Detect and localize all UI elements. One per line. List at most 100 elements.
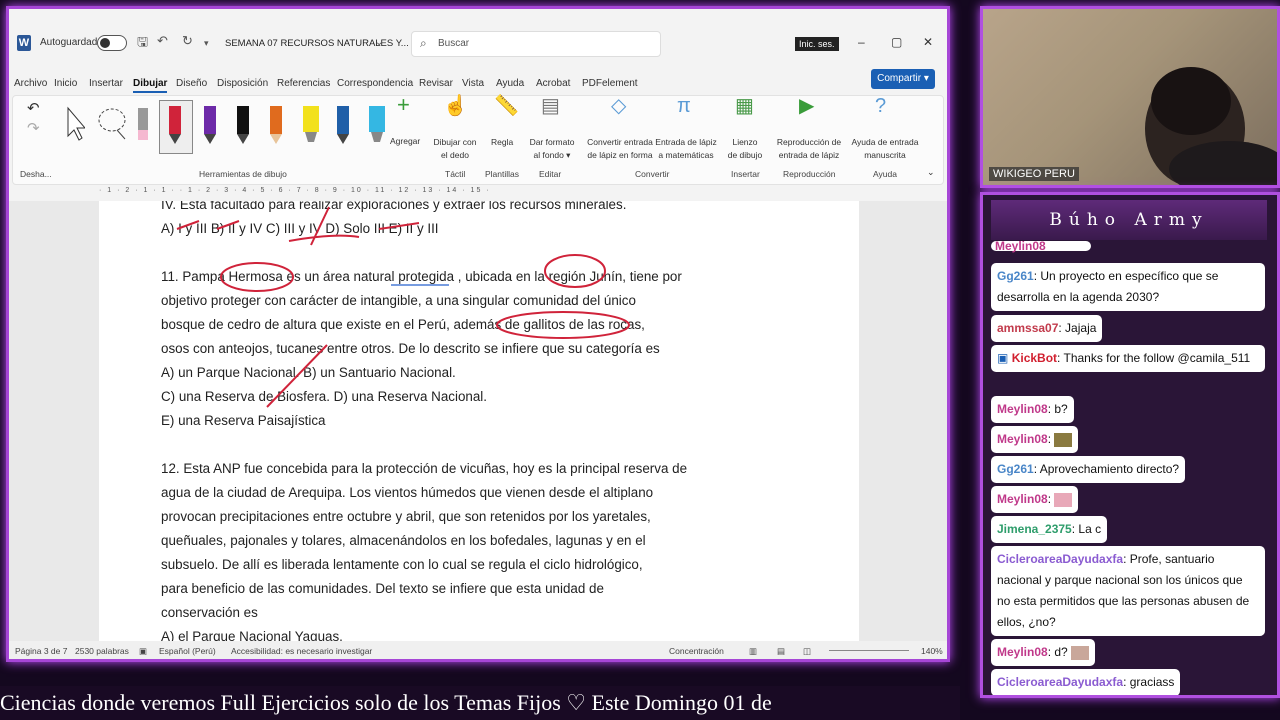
ticker-banner: Ciencias donde veremos Full Ejercicios s… (0, 686, 960, 720)
yellow-highlighter-icon[interactable] (302, 104, 320, 144)
menu-diseno[interactable]: Diseño (176, 78, 207, 89)
menu-acrobat[interactable]: Acrobat (536, 78, 570, 89)
zoom-level[interactable]: 140% (921, 646, 943, 656)
chat-text: : La c (1071, 522, 1102, 536)
draw-finger-label[interactable]: Dibujar con el dedo (431, 136, 479, 162)
ink-to-math-icon[interactable]: π (677, 96, 691, 116)
background-icon[interactable]: ▤ (541, 96, 560, 116)
print-layout-icon[interactable]: ▤ (777, 646, 785, 657)
ink-math-line2: a matemáticas (658, 150, 714, 160)
red-pen-icon[interactable] (168, 104, 182, 144)
menu-inicio[interactable]: Inicio (54, 78, 77, 89)
draw-finger-line2: el dedo (441, 150, 469, 160)
purple-pen-icon[interactable] (203, 104, 217, 144)
chat-username: CicleroareaDayudaxfa (997, 552, 1124, 566)
ink-to-math-label[interactable]: Entrada de lápiz a matemáticas (655, 136, 717, 162)
tactil-group-label: Táctil (445, 169, 466, 179)
menu-disposicion[interactable]: Disposición (217, 78, 268, 89)
background-label[interactable]: Dar formato al fondo ▾ (526, 136, 578, 162)
word-logo-icon: W (17, 35, 31, 51)
menu-ayuda[interactable]: Ayuda (496, 78, 524, 89)
redo-icon[interactable]: ↻ (182, 33, 193, 49)
replay-line2: entrada de lápiz (778, 150, 840, 160)
select-arrow-icon[interactable] (63, 104, 85, 142)
add-pen-label[interactable]: Agregar (390, 135, 420, 148)
chat-text: : b? (1047, 402, 1068, 416)
lasso-icon[interactable] (95, 104, 129, 142)
menu-dibujar[interactable]: Dibujar (133, 78, 168, 93)
ink-replay-label[interactable]: Reproducción de entrada de lápiz (773, 136, 845, 162)
chat-username: Meylin08 (997, 645, 1048, 659)
black-pen-icon[interactable] (236, 104, 250, 144)
ink-help-line1: Ayuda de entrada (851, 137, 919, 147)
ruler-icon[interactable]: 📏 (494, 96, 519, 116)
chat-username: Meylin08 (997, 432, 1048, 446)
chat-message: CicleroareaDayudaxfa: Profe, santuario n… (991, 546, 1265, 636)
document-page[interactable]: IV. Está facultado para realizar explora… (99, 201, 859, 641)
chat-text: : d? (1047, 645, 1068, 659)
cyan-highlighter-icon[interactable] (368, 104, 386, 144)
menu-insertar[interactable]: Insertar (89, 78, 123, 89)
ink-replay-icon[interactable]: ▶ (799, 96, 814, 116)
ruler-label[interactable]: Regla (491, 136, 513, 149)
chat-message: Meylin08: b? (991, 396, 1074, 423)
canvas-label[interactable]: Lienzo de dibujo (723, 136, 767, 162)
draw-ribbon: ↶ ↷ Desha... + Agregar Herramientas de d… (12, 94, 944, 185)
draw-finger-icon[interactable]: ☝ (443, 96, 468, 116)
language-label[interactable]: Español (Perú) (159, 646, 216, 656)
orange-pencil-icon[interactable] (269, 104, 283, 144)
eraser-icon[interactable] (135, 104, 151, 144)
focus-mode-button[interactable]: Concentración (669, 646, 724, 656)
search-box[interactable]: ⌕ Buscar (411, 31, 661, 57)
title-chevron-icon[interactable]: ⌄ (375, 37, 383, 48)
ink-help-label[interactable]: Ayuda de entrada manuscrita (849, 136, 921, 162)
proofing-icon[interactable]: ▣ (139, 646, 147, 657)
add-pen-icon[interactable]: + (397, 94, 410, 116)
menu-pdfelement[interactable]: PDFelement (582, 78, 638, 89)
page-count[interactable]: Página 3 de 7 (15, 646, 67, 656)
chat-text: : Thanks for the follow @camila_511 (1057, 351, 1251, 365)
autosave-toggle[interactable] (97, 35, 127, 51)
customize-chevron-icon[interactable]: ▾ (204, 38, 209, 49)
menu-vista[interactable]: Vista (462, 78, 484, 89)
word-count[interactable]: 2530 palabras (75, 646, 129, 656)
save-icon[interactable]: 🖫 (137, 33, 148, 55)
accessibility-label[interactable]: Accesibilidad: es necesario investigar (231, 646, 372, 656)
menu-referencias[interactable]: Referencias (277, 78, 330, 89)
camera-label: WIKIGEO PERU (989, 167, 1079, 181)
chat-title: Búho Army (991, 200, 1267, 240)
canvas-icon[interactable]: ▦ (735, 96, 754, 116)
menu-correspondencia[interactable]: Correspondencia (337, 78, 413, 89)
menu-revisar[interactable]: Revisar (419, 78, 453, 89)
blue-pen-icon[interactable] (336, 104, 350, 144)
ribbon-redo-icon[interactable]: ↷ (27, 121, 40, 136)
search-icon: ⌕ (420, 36, 427, 50)
background-line1: Dar formato (529, 137, 575, 147)
ink-to-shape-label[interactable]: Convertir entrada de lápiz en forma (585, 136, 655, 162)
emote-icon (1071, 645, 1090, 660)
read-mode-icon[interactable]: ▥ (749, 646, 757, 657)
close-icon[interactable]: ✕ (923, 35, 933, 49)
web-layout-icon[interactable]: ◫ (803, 646, 811, 657)
canvas-line1: Lienzo (732, 137, 758, 147)
minimize-icon[interactable]: – (858, 35, 865, 49)
maximize-icon[interactable]: ▢ (891, 35, 902, 49)
canvas-line2: de dibujo (727, 150, 763, 160)
bot-badge-icon: ▣ (997, 351, 1009, 365)
ribbon-collapse-icon[interactable]: ⌄ (927, 166, 935, 179)
chat-message: ammssa07: Jajaja (991, 315, 1103, 342)
insert-group-label: Insertar (731, 169, 760, 179)
chat-message: CicleroareaDayudaxfa: graciass (991, 669, 1181, 695)
ink-help-icon[interactable]: ? (875, 96, 886, 116)
chat-username: Gg261 (997, 462, 1034, 476)
zoom-slider[interactable] (829, 650, 909, 651)
horizontal-ruler[interactable]: · 1 · 2 · 1 · 1 · · 1 · 2 · 3 · 4 · 5 · … (99, 187, 829, 199)
ribbon-undo-icon[interactable]: ↶ (27, 101, 40, 116)
chat-text: : graciass (1123, 675, 1175, 689)
undo-icon[interactable]: ↶ (157, 33, 168, 49)
signin-button[interactable]: Inic. ses. (795, 37, 839, 51)
ink-to-shape-icon[interactable]: ◇ (611, 96, 626, 116)
share-button[interactable]: Compartir ▾ (871, 69, 935, 89)
menu-archivo[interactable]: Archivo (14, 78, 47, 89)
chat-username: Gg261 (997, 269, 1034, 283)
